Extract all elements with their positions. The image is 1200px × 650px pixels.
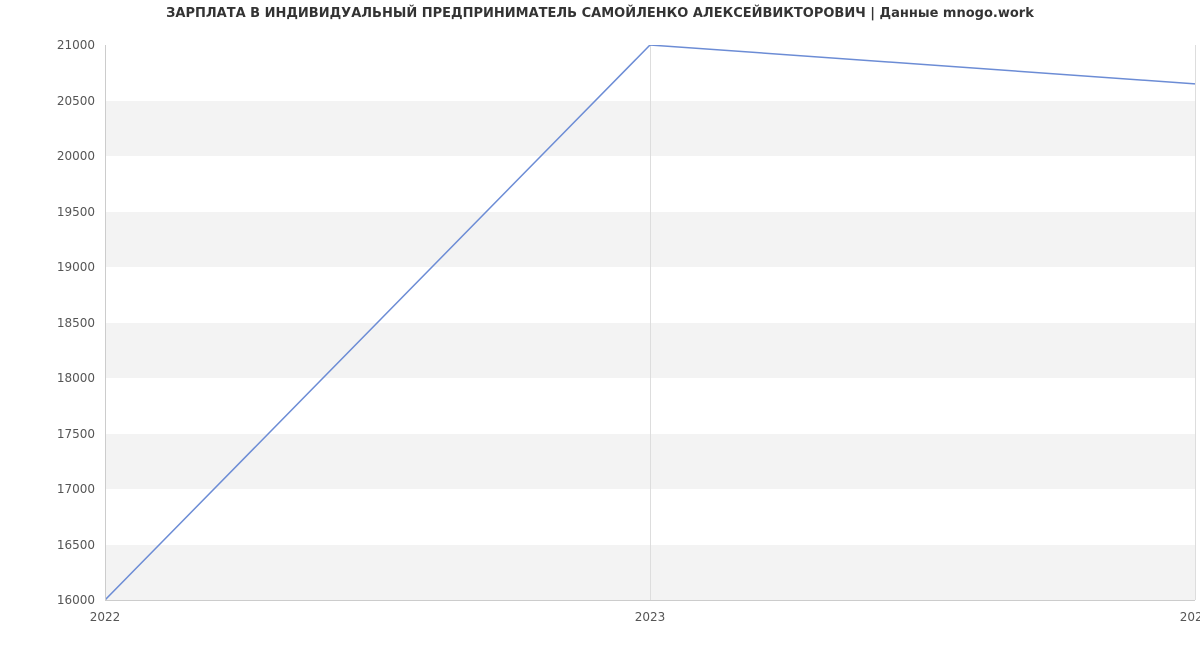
x-gridline: [1195, 45, 1196, 600]
y-tick-label: 17000: [0, 482, 95, 496]
y-tick-label: 20000: [0, 149, 95, 163]
y-tick-label: 18500: [0, 316, 95, 330]
y-axis-line: [105, 45, 106, 600]
chart-title: ЗАРПЛАТА В ИНДИВИДУАЛЬНЫЙ ПРЕДПРИНИМАТЕЛ…: [0, 6, 1200, 21]
line-series: [105, 45, 1195, 600]
plot-area: [105, 45, 1195, 600]
data-line: [105, 45, 1195, 600]
x-axis-line: [105, 600, 1195, 601]
y-tick-label: 21000: [0, 38, 95, 52]
chart-container: ЗАРПЛАТА В ИНДИВИДУАЛЬНЫЙ ПРЕДПРИНИМАТЕЛ…: [0, 0, 1200, 650]
y-tick-label: 17500: [0, 427, 95, 441]
y-tick-label: 16500: [0, 538, 95, 552]
x-tick-label: 2024: [1180, 610, 1200, 624]
y-tick-label: 19000: [0, 260, 95, 274]
y-tick-label: 16000: [0, 593, 95, 607]
y-tick-label: 20500: [0, 94, 95, 108]
y-tick-label: 19500: [0, 205, 95, 219]
y-tick-label: 18000: [0, 371, 95, 385]
x-tick-label: 2023: [635, 610, 666, 624]
x-tick-label: 2022: [90, 610, 121, 624]
